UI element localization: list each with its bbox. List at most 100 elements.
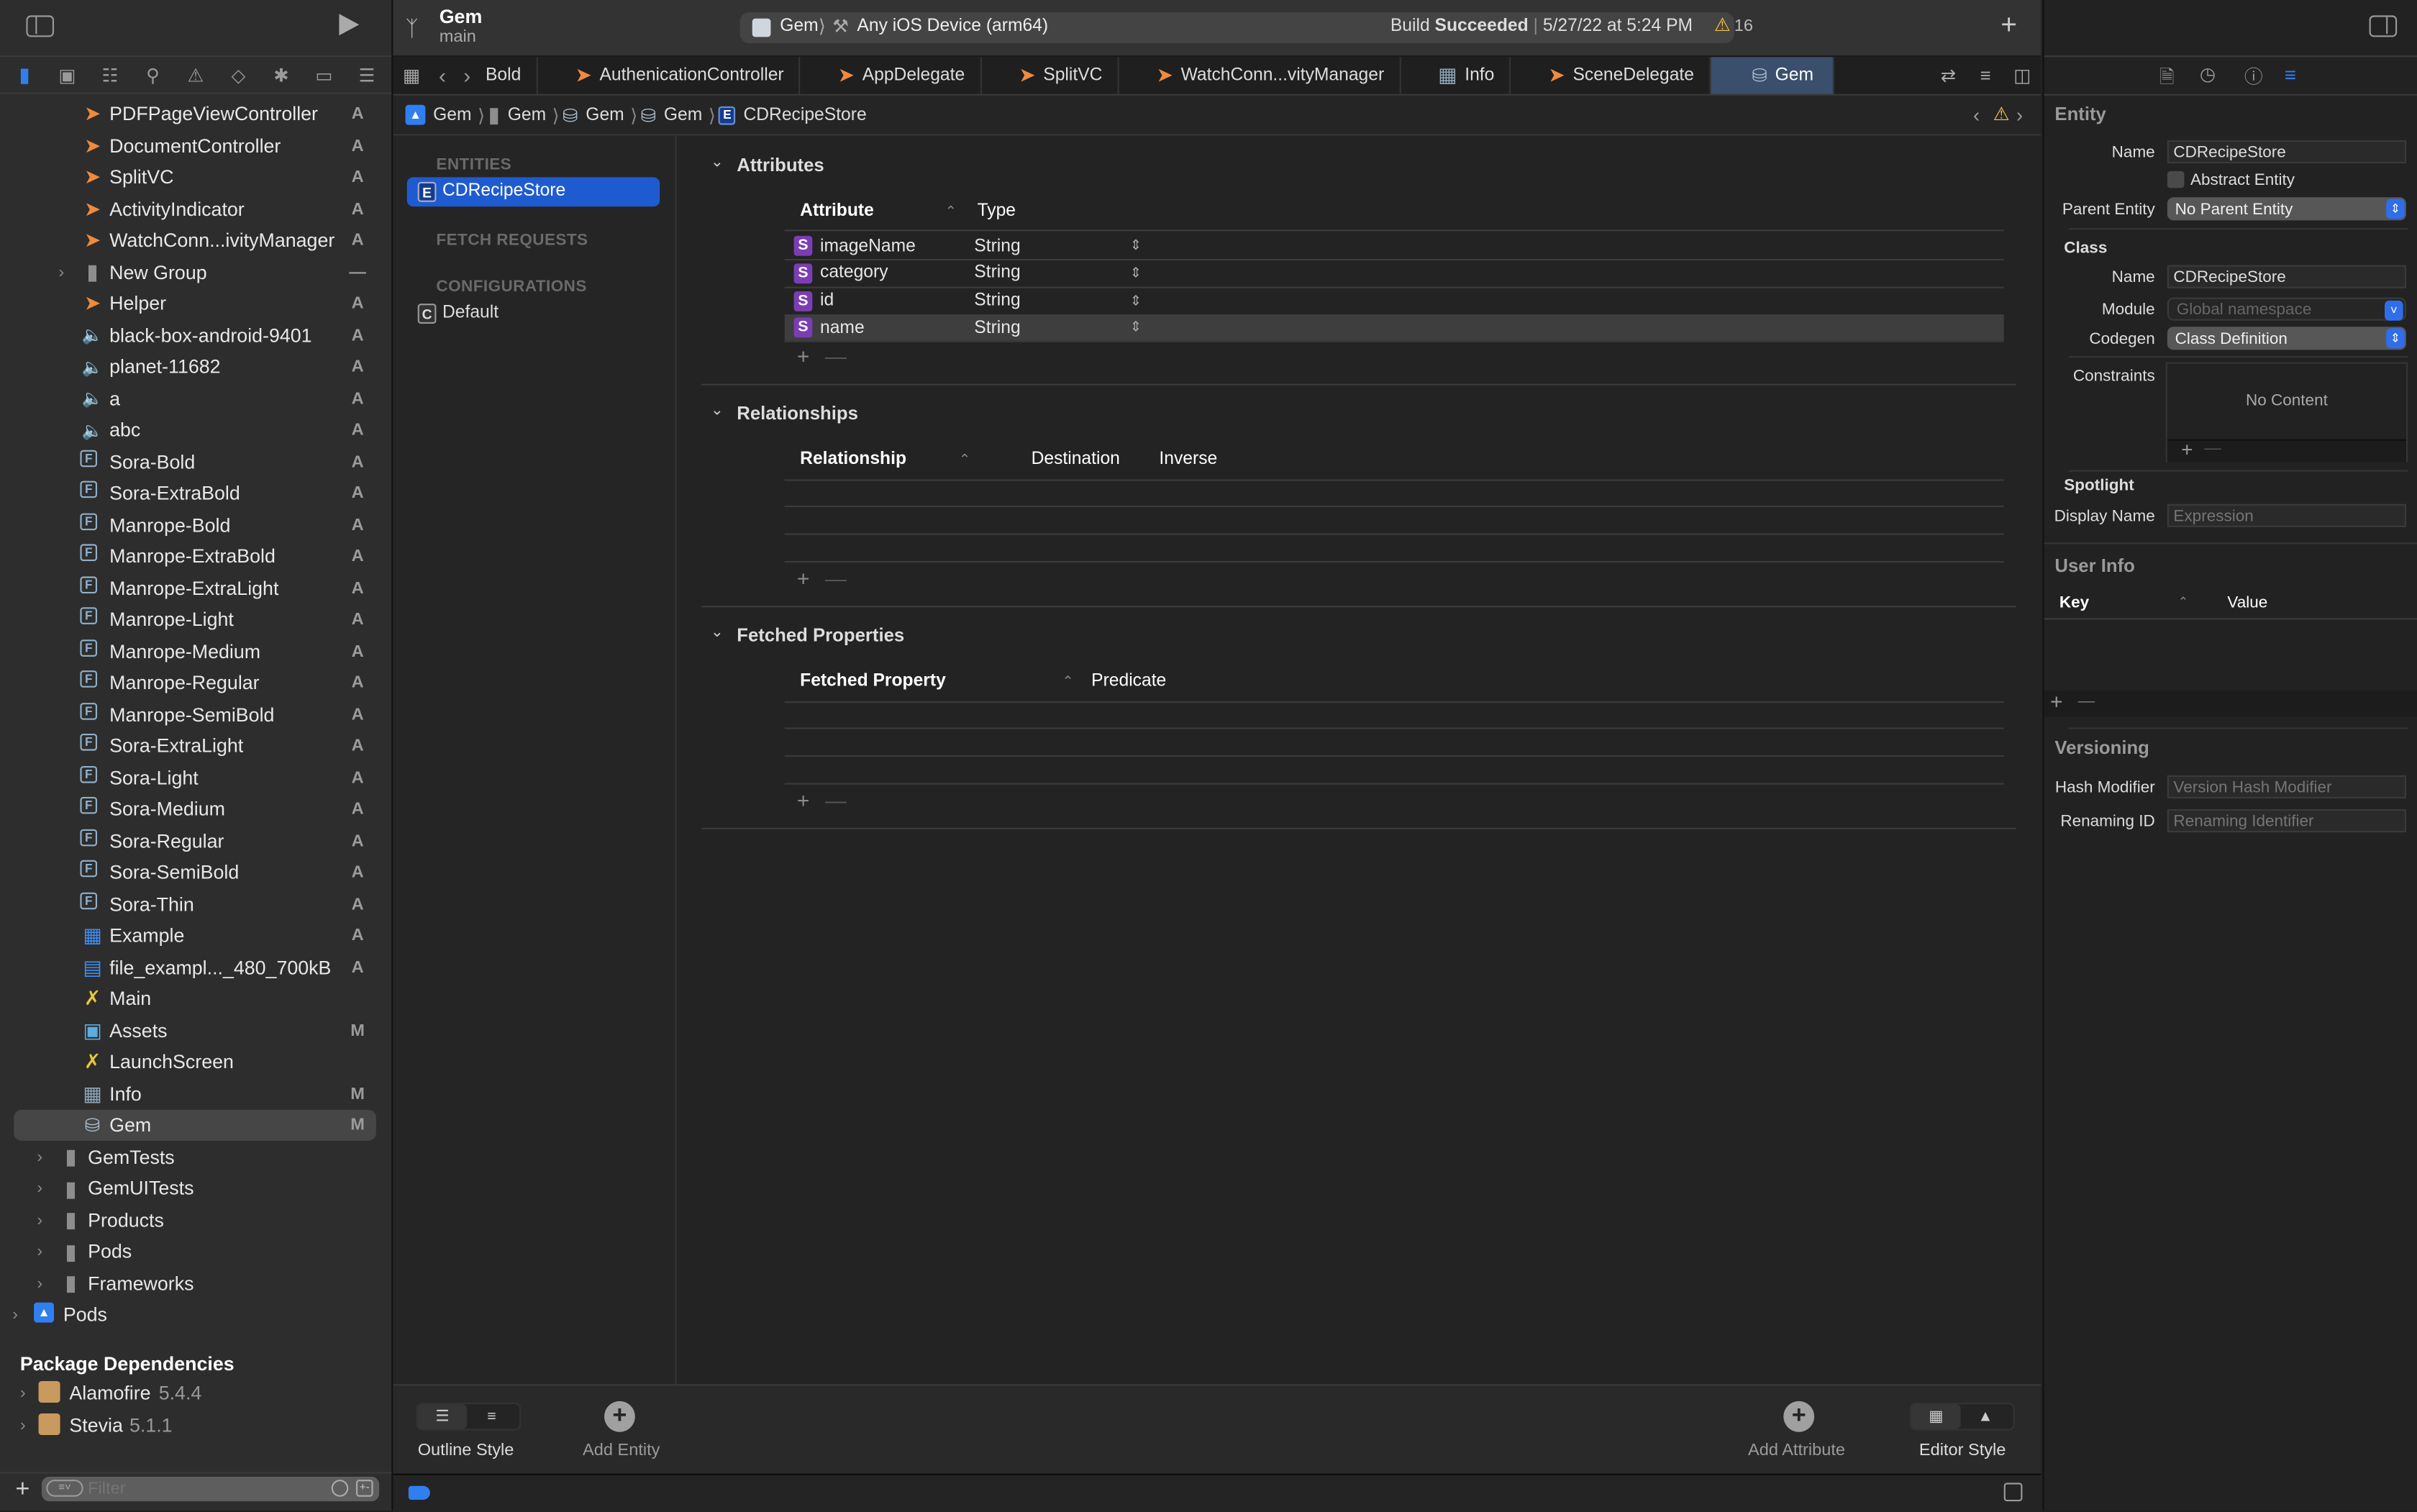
constraints-table[interactable]: No Content + — (2165, 362, 2408, 463)
file-inspector-icon[interactable]: 🗎 (2159, 63, 2175, 96)
scheme-selector[interactable]: Gem (780, 17, 818, 36)
remove-attribute-button[interactable]: — (825, 344, 847, 368)
debug-icon[interactable]: ✱ (269, 63, 293, 87)
back-icon[interactable]: ‹ (430, 63, 455, 88)
recent-files-icon[interactable] (331, 1480, 349, 1497)
help-inspector-icon[interactable]: ⓘ (2244, 63, 2263, 89)
warning-icon[interactable]: ⚠ (1714, 14, 1731, 35)
remove-fetched-property-button[interactable]: — (825, 788, 847, 812)
file-tree-item[interactable]: ✗ LaunchScreen (0, 1047, 391, 1078)
warning-icon[interactable]: ⚠ (183, 63, 208, 87)
inverse-column-header[interactable]: Inverse (1159, 450, 1217, 469)
chevron-right-icon[interactable]: › (37, 1147, 42, 1166)
editor-tab[interactable]: ➤ AuthenicationController (538, 57, 801, 94)
package-item[interactable]: › Alamofire 5.4.4 (0, 1378, 391, 1409)
file-tree-item[interactable]: ⛁ Gem M (14, 1109, 376, 1141)
renaming-id-input[interactable] (2167, 809, 2406, 833)
file-tree-item[interactable]: ▣ Assets M (0, 1015, 391, 1046)
codegen-popup[interactable]: Class Definition ⇕ (2167, 327, 2406, 350)
filter-options-icon[interactable]: ≡˅ (46, 1480, 83, 1497)
sort-ascending-icon[interactable]: ⌃ (959, 452, 970, 469)
history-inspector-icon[interactable]: ◷ (2200, 63, 2216, 85)
updown-chevron-icon[interactable]: ⇕ (1130, 265, 1142, 282)
file-tree-item[interactable]: F Sora-Medium A (0, 794, 391, 825)
add-fetched-property-button[interactable]: + (797, 788, 810, 812)
attributes-inspector-icon[interactable]: ≡ (2285, 63, 2296, 86)
updown-chevron-icon[interactable]: ⇕ (1130, 292, 1142, 309)
breadcrumb-item[interactable]: Gem (433, 106, 471, 124)
report-icon[interactable]: ☰ (355, 63, 379, 87)
attribute-row[interactable]: Scategory String ⇕ (784, 260, 2004, 288)
warning-count[interactable]: 16 (1734, 17, 1753, 36)
remove-relationship-button[interactable]: — (825, 565, 847, 590)
editor-tab[interactable]: Bold (479, 57, 538, 94)
file-tree-item[interactable]: F Sora-ExtraLight A (0, 731, 391, 762)
add-entity-button[interactable]: + (604, 1401, 635, 1432)
attribute-name[interactable]: id (820, 291, 834, 310)
graph-style-icon[interactable]: ▲ (1961, 1404, 2011, 1429)
type-column-header[interactable]: Type (978, 202, 1016, 221)
file-tree-item[interactable]: F Sora-Bold A (0, 446, 391, 477)
display-name-input[interactable] (2167, 504, 2406, 527)
chevron-right-icon[interactable]: › (37, 1274, 42, 1293)
attribute-type-popup[interactable]: String (974, 264, 1020, 283)
relationship-column-header[interactable]: Relationship (800, 450, 906, 469)
symbol-hierarchy-icon[interactable]: ☷ (98, 63, 122, 87)
predicate-column-header[interactable]: Predicate (1091, 672, 1166, 691)
file-tree-item[interactable]: ➤ ActivityIndicator A (0, 193, 391, 224)
inspector-toggle-icon[interactable] (2369, 15, 2398, 37)
attribute-row[interactable]: Sid String ⇕ (784, 288, 2004, 316)
file-tree-item[interactable]: › ▮ GemTests (0, 1142, 391, 1172)
flat-outline-icon[interactable]: ☰ (417, 1404, 468, 1429)
sort-ascending-icon[interactable]: ⌃ (2178, 595, 2188, 609)
attribute-row[interactable]: Sname String ⇕ (784, 314, 2004, 343)
file-tree-item[interactable]: 🔈 planet-11682 A (0, 352, 391, 383)
source-control-filter-icon[interactable]: +- (355, 1480, 373, 1497)
breadcrumb-item[interactable]: Gem (664, 106, 702, 124)
module-popup[interactable]: Global namespace ˅ (2167, 297, 2406, 321)
attribute-type-popup[interactable]: String (974, 291, 1020, 310)
file-tree-item[interactable]: F Sora-Thin A (0, 888, 391, 919)
file-tree-item[interactable]: ▤ file_exampl..._480_700kB A (0, 952, 391, 983)
file-tree-item[interactable]: ▦ Info M (0, 1078, 391, 1109)
updown-chevron-icon[interactable]: ⇕ (1130, 319, 1142, 337)
updown-chevron-icon[interactable]: ⇕ (1130, 237, 1142, 255)
add-constraint-button[interactable]: + (2181, 438, 2193, 461)
attribute-name[interactable]: category (820, 264, 888, 283)
attribute-type-popup[interactable]: String (974, 319, 1020, 337)
attribute-column-header[interactable]: Attribute (800, 202, 874, 221)
editor-tab[interactable]: ▦ Info (1401, 57, 1511, 94)
add-attribute-button[interactable]: + (1783, 1401, 1815, 1432)
file-tree-item[interactable]: F Sora-Regular A (0, 826, 391, 857)
add-user-info-button[interactable]: + (2050, 689, 2063, 714)
fetched-property-column-header[interactable]: Fetched Property (800, 672, 946, 691)
file-tree-item[interactable]: › ▮ Pods (0, 1237, 391, 1267)
chevron-right-icon[interactable]: › (20, 1416, 26, 1435)
file-tree-item[interactable]: 🔈 a A (0, 383, 391, 414)
chevron-right-icon[interactable]: › (20, 1384, 26, 1403)
key-column-header[interactable]: Key (2059, 593, 2089, 612)
search-icon[interactable]: ⚲ (140, 63, 165, 87)
run-icon[interactable] (339, 14, 360, 36)
file-tree-item[interactable]: ➤ Helper A (0, 288, 391, 319)
file-tree-item[interactable]: F Manrope-ExtraLight A (0, 573, 391, 604)
parent-entity-popup[interactable]: No Parent Entity ⇕ (2167, 197, 2406, 221)
editor-options-icon[interactable]: ≡ (1967, 65, 2003, 86)
editor-tab[interactable]: ➤ SceneDelegate (1511, 57, 1711, 94)
remove-user-info-button[interactable]: — (2078, 692, 2095, 711)
sidebar-toggle-icon[interactable] (26, 15, 54, 37)
folder-icon[interactable]: ▮ (12, 63, 37, 87)
file-tree-item[interactable]: ➤ PDFPageViewController A (0, 99, 391, 129)
forward-icon[interactable]: › (455, 63, 479, 88)
next-issue-icon[interactable]: › (2016, 104, 2023, 127)
file-tree-item[interactable]: F Sora-ExtraBold A (0, 478, 391, 509)
split-editor-icon[interactable]: ◫ (2004, 65, 2041, 86)
entity-name-field[interactable]: CDRecipeStore (2167, 140, 2406, 164)
chevron-down-icon[interactable]: ⌄ (711, 402, 724, 419)
chevron-right-icon[interactable]: › (12, 1306, 18, 1324)
sort-ascending-icon[interactable]: ⌃ (1062, 673, 1073, 691)
editor-tab[interactable]: ➤ AppDelegate (801, 57, 982, 94)
chevron-right-icon[interactable]: › (37, 1179, 42, 1198)
file-tree-item[interactable]: ➤ WatchConn...ivityManager A (0, 225, 391, 256)
file-tree-item[interactable]: 🔈 black-box-android-9401 A (0, 320, 391, 351)
